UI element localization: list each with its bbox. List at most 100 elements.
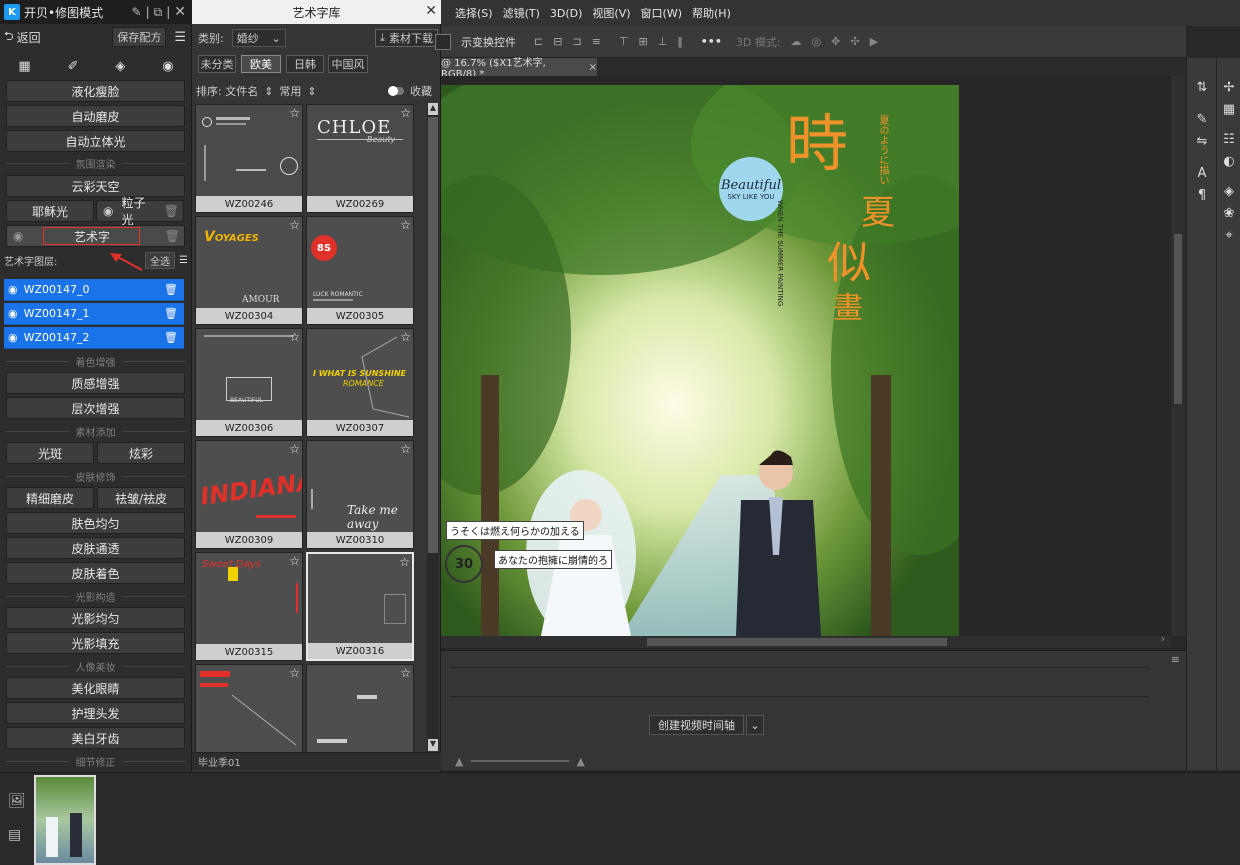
align-right-icon[interactable]: ⊐ [572,35,581,48]
list-menu-icon[interactable]: ☰ [179,255,188,266]
document-canvas-photo[interactable]: Beautiful SKY LIKE YOU 時 夏 似 畫 夏のように描い W… [441,85,959,636]
popout-icon[interactable]: ⧉ [154,5,163,20]
close-icon[interactable]: × [589,62,597,73]
trash-icon[interactable]: 🗑 [164,331,178,344]
art-layer-item[interactable]: ◉ WZ00147_1 🗑 [4,303,184,325]
library-scrollbar[interactable]: ▲ ▼ [427,103,439,751]
trash-icon[interactable]: 🗑 [164,307,178,320]
light-even-button[interactable]: 光影均匀 [6,607,185,629]
favorite-star-icon[interactable]: ☆ [289,443,300,455]
image-icon[interactable]: 🖼 [8,793,26,809]
visibility-eye-icon[interactable]: ◉ [13,229,23,243]
save-preset-button[interactable]: 保存配方 [112,27,167,47]
visibility-eye-icon[interactable]: ◉ [8,283,18,296]
skin-even-button[interactable]: 肤色均匀 [6,512,185,534]
paragraph-icon[interactable]: ¶ [1187,184,1217,206]
trash-icon[interactable]: 🗑 [164,204,179,218]
align-center-icon[interactable]: ⊟ [553,35,562,48]
art-text-card[interactable]: Take me away ☆ WZ00310 [306,440,414,549]
fine-smooth-button[interactable]: 精细磨皮 [6,487,94,509]
grid-tool-icon[interactable]: ▦ [18,59,30,74]
eye-tool-icon[interactable]: ◉ [162,59,173,74]
menu-help[interactable]: 帮助(H) [692,5,731,21]
tag-jpkr[interactable]: 日韩 [286,55,324,73]
auto-smooth-button[interactable]: 自动磨皮 [6,105,185,127]
tag-chinese[interactable]: 中国风 [328,55,368,73]
art-layer-item[interactable]: ◉ WZ00147_2 🗑 [4,327,184,349]
art-text-card[interactable]: ☆ WZ00316 [306,552,414,661]
eyes-button[interactable]: 美化眼睛 [6,677,185,699]
close-icon[interactable]: ✕ [174,4,186,20]
favorite-star-icon[interactable]: ☆ [289,555,300,567]
canvas-vertical-scrollbar[interactable] [1171,76,1185,636]
chevron-down-icon[interactable]: ⌄ [746,715,764,735]
close-icon[interactable]: ✕ [425,3,437,19]
dazzle-button[interactable]: 炫彩 [97,442,185,464]
3d-camera-icon[interactable]: ▶ [870,35,878,48]
back-button[interactable]: 返回 [17,29,41,46]
panel-menu-icon[interactable]: ≡ [1171,653,1180,666]
teeth-button[interactable]: 美白牙齿 [6,727,185,749]
edit-icon[interactable]: ✎ [132,5,142,19]
create-video-timeline-button[interactable]: 创建视频时间轴 [649,715,744,735]
art-text-card[interactable]: INDIANA ☆ WZ00309 [195,440,303,549]
favorite-star-icon[interactable]: ☆ [289,667,300,679]
adjust-icon[interactable]: ⇋ [1187,130,1217,152]
brush-tool-icon[interactable]: ✐ [68,59,79,74]
scroll-right-icon[interactable]: › [1161,634,1165,645]
back-arrow-icon[interactable]: ⮌ [4,27,14,48]
select-all-button[interactable]: 全选 [145,251,176,269]
favorite-star-icon[interactable]: ☆ [400,667,411,679]
art-text-card[interactable]: ☆ WZ00246 [195,104,303,213]
menu-select[interactable]: 选择(S) [455,5,493,21]
layers-tool-icon[interactable]: ◈ [115,59,125,74]
favorite-star-icon[interactable]: ☆ [289,331,300,343]
art-text-card[interactable]: ☆ [195,664,303,756]
sort-order[interactable]: 常用 [279,83,301,99]
3d-orbit-icon[interactable]: ☁ [791,35,802,48]
liquify-button[interactable]: 液化瘦脸 [6,80,185,102]
texture-button[interactable]: 质感增强 [6,372,185,394]
trash-icon[interactable]: 🗑 [165,229,180,243]
tag-uncategorized[interactable]: 未分类 [198,55,236,73]
sort-label[interactable]: 排序: 文件名 [196,83,258,99]
sort-arrow-icon[interactable]: ⇕ [264,85,273,98]
3d-roll-icon[interactable]: ◎ [812,35,822,48]
art-text-card[interactable]: Sweet Days ☆ WZ00315 [195,552,303,661]
zoom-slider[interactable]: ▲ ▲ [455,755,585,768]
favorite-star-icon[interactable]: ☆ [289,219,300,231]
layers-icon[interactable]: ◈ [1217,180,1240,202]
art-text-card[interactable]: 8S LUCK ROMANTIC ☆ WZ00305 [306,216,414,325]
sort-arrow-icon[interactable]: ⇕ [307,85,316,98]
brush-panel-icon[interactable]: ✎ [1187,108,1217,130]
zoom-out-icon[interactable]: ▲ [455,755,463,768]
trash-icon[interactable]: 🗑 [164,283,178,296]
skin-clear-button[interactable]: 皮肤通透 [6,537,185,559]
menu-view[interactable]: 视图(V) [592,5,630,21]
properties-icon[interactable]: ☷ [1217,128,1240,150]
art-text-card[interactable]: CHLOE Beauty ☆ WZ00269 [306,104,414,213]
visibility-eye-icon[interactable]: ◉ [8,307,18,320]
art-text-row[interactable]: ◉ 艺术字 🗑 [6,225,185,247]
remove-wrinkle-button[interactable]: 祛皱/祛皮 [97,487,185,509]
more-options-icon[interactable]: ••• [701,35,722,48]
document-tab[interactable]: @ 16.7% ($X1艺术字, RGB/8) * × [441,58,597,80]
channels-icon[interactable]: ❀ [1217,202,1240,224]
zoom-in-icon[interactable]: ▲ [577,755,585,768]
tag-western[interactable]: 欧美 [241,55,281,73]
jesus-light-button[interactable]: 耶稣光 [6,200,94,222]
art-text-card[interactable]: VOYAGES AMOUR ☆ WZ00304 [195,216,303,325]
menu-3d[interactable]: 3D(D) [550,7,583,20]
cloud-sky-button[interactable]: 云彩天空 [6,175,185,197]
category-select[interactable]: 婚纱 ⌄ [231,29,286,47]
spot-button[interactable]: 光斑 [6,442,94,464]
paths-icon[interactable]: ⌖ [1217,224,1240,246]
download-button[interactable]: ⤓ 素材下载 [375,29,438,47]
art-layer-item[interactable]: ◉ WZ00147_0 🗑 [4,279,184,301]
auto-3d-light-button[interactable]: 自动立体光 [6,130,185,152]
art-text-card[interactable]: ☆ [306,664,414,756]
skin-tone-button[interactable]: 皮肤着色 [6,562,185,584]
art-text-card[interactable]: BEAUTIFUL ☆ WZ00306 [195,328,303,437]
align-bottom-icon[interactable]: ⊥ [658,35,668,48]
favorite-star-icon[interactable]: ☆ [400,443,411,455]
